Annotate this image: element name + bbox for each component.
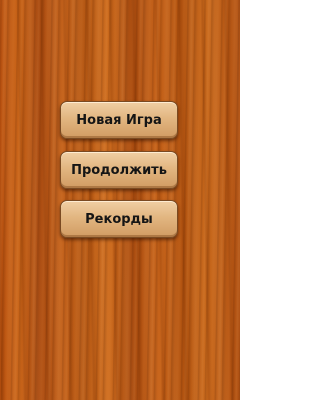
continue-button[interactable]: Продолжить <box>60 151 178 189</box>
game-main-menu-screen: Новая Игра Продолжить Рекорды <box>0 0 240 400</box>
new-game-label: Новая Игра <box>76 112 162 128</box>
records-label: Рекорды <box>85 211 153 227</box>
continue-label: Продолжить <box>71 162 167 178</box>
new-game-button[interactable]: Новая Игра <box>60 101 178 139</box>
records-button[interactable]: Рекорды <box>60 200 178 238</box>
